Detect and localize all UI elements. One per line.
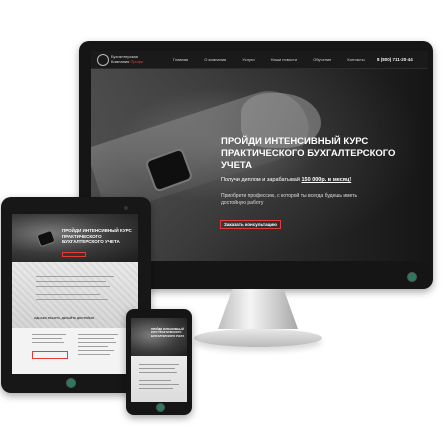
hero-subtitle: Получи диплом и зарабатывай 150 000р. в … [221,177,351,183]
power-led-icon [407,272,417,282]
nav-item-about[interactable]: О компании [204,57,226,62]
tablet-hero: ПРОЙДИ ИНТЕНСИВНЫЙ КУРС ПРАКТИЧЕСКОГО БУ… [12,214,138,262]
logo-line2a: Компания [111,59,130,64]
tablet-map-section: ОДНАКО РАБОТА, ДЕЛАЙТЕ ДОСТОЙНО [12,262,138,328]
tablet-hero-title: ПРОЙДИ ИНТЕНСИВНЫЙ КУРС ПРАКТИЧЕСКОГО БУ… [62,228,132,244]
hero-subtitle-highlight: 150 000р. в месяц! [301,177,352,183]
logo-line2b: Профи [130,59,144,64]
home-button-icon[interactable] [66,378,76,388]
phone-hero-title: ПРОЙДИ ИНТЕНСИВНЫЙ КУРС ПРАКТИЧЕСКОГО БУ… [151,328,185,338]
tablet-red-box[interactable] [32,351,68,359]
hero-text: Приобрети профессию, с которой ты всегда… [221,193,358,206]
hero-subtitle-prefix: Получи диплом и зарабатывай [221,177,300,183]
phone-hero: ПРОЙДИ ИНТЕНСИВНЫЙ КУРС ПРАКТИЧЕСКОГО БУ… [131,318,187,356]
nav-item-services[interactable]: Услуги [242,57,254,62]
site-header: Бухгалтерская Компания Профи Главная О к… [91,51,428,69]
phone-body [131,356,187,402]
monitor-stand-base [194,329,322,347]
nav-item-news[interactable]: Наши новости [271,57,297,62]
phone-screen: ПРОЙДИ ИНТЕНСИВНЫЙ КУРС ПРАКТИЧЕСКОГО БУ… [131,318,187,402]
tablet-screen: ПРОЙДИ ИНТЕНСИВНЫЙ КУРС ПРАКТИЧЕСКОГО БУ… [12,214,138,374]
logo-line2: Компания Профи [111,59,143,64]
nav-item-contacts[interactable]: Контакты [347,57,364,62]
nav-item-home[interactable]: Главная [173,57,188,62]
monitor-stand-neck [218,289,298,329]
smartwatch-image [36,229,56,248]
hero-title: ПРОЙДИ ИНТЕНСИВНЫЙ КУРС ПРАКТИЧЕСКОГО БУ… [221,136,396,171]
logo-text[interactable]: Бухгалтерская Компания Профи [111,54,143,64]
header-phone[interactable]: 8 (800) 711-20-44 [377,57,413,62]
tablet-consultation-button[interactable] [62,252,86,257]
consultation-button[interactable]: Заказать консультацию [220,220,281,229]
logo-icon[interactable] [97,54,109,66]
main-menu: Главная О компании Услуги Наши новости О… [173,57,365,62]
home-button-icon[interactable] [156,403,165,412]
tablet-lower-section [12,328,138,374]
nav-item-training[interactable]: Обучение [313,57,331,62]
tablet-section-heading: ОДНАКО РАБОТА, ДЕЛАЙТЕ ДОСТОЙНО [34,316,95,320]
camera-icon [124,206,128,210]
